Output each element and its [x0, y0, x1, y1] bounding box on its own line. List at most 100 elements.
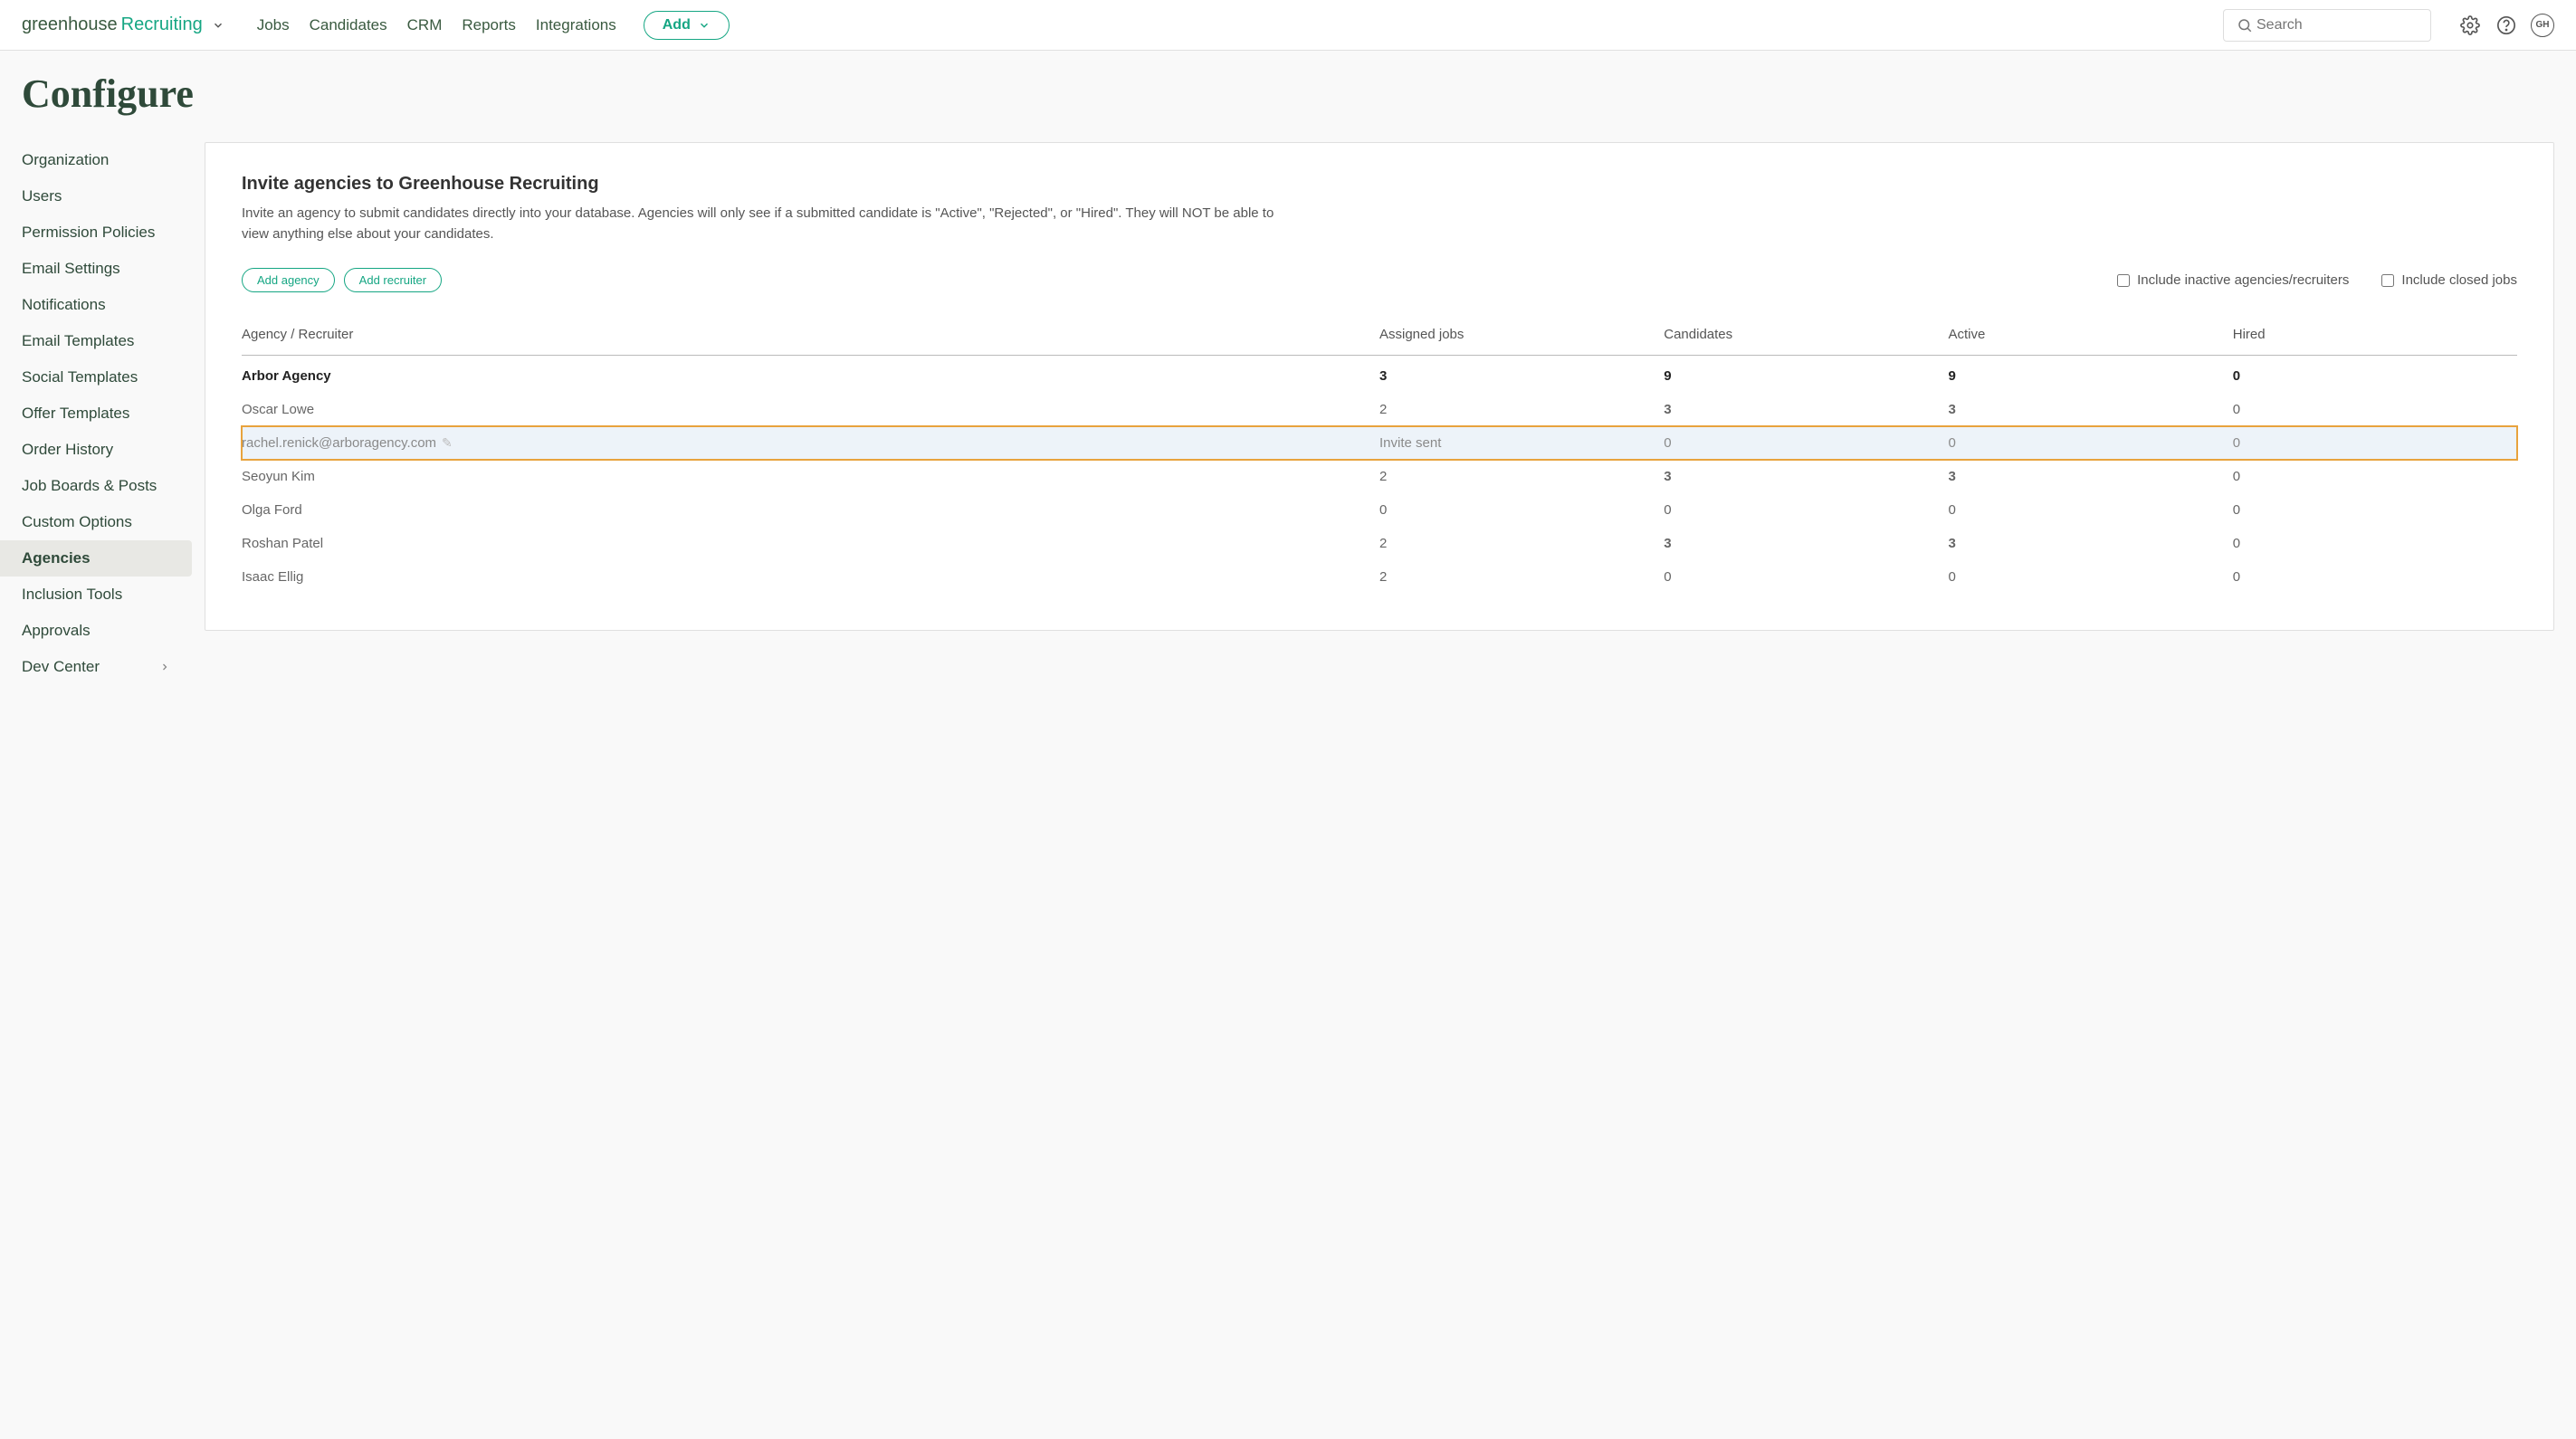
- cell-candidates: 0: [1664, 560, 1948, 594]
- add-recruiter-button[interactable]: Add recruiter: [344, 268, 442, 292]
- cell-candidates[interactable]: 3: [1664, 527, 1948, 560]
- add-button[interactable]: Add: [644, 11, 730, 40]
- th-hired: Hired: [2233, 314, 2517, 356]
- sidebar-item-offer-templates[interactable]: Offer Templates: [0, 395, 192, 432]
- cell-hired: 0: [2233, 426, 2517, 460]
- include-closed-input[interactable]: [2381, 274, 2394, 287]
- include-inactive-label: Include inactive agencies/recruiters: [2137, 272, 2349, 288]
- chevron-right-icon: [159, 662, 170, 672]
- cell-active: 0: [1949, 560, 2233, 594]
- sidebar-item-label: Order History: [22, 441, 113, 459]
- sidebar-item-label: Inclusion Tools: [22, 586, 122, 604]
- sidebar-item-label: Dev Center: [22, 658, 100, 676]
- sidebar-item-label: Approvals: [22, 622, 91, 640]
- gear-icon[interactable]: [2458, 14, 2482, 37]
- table-row[interactable]: Arbor Agency3990: [242, 356, 2517, 394]
- sidebar-item-label: Organization: [22, 151, 109, 169]
- page-title: Configure: [0, 51, 2576, 142]
- table-row[interactable]: rachel.renick@arboragency.com✎Invite sen…: [242, 426, 2517, 460]
- sidebar-item-email-templates[interactable]: Email Templates: [0, 323, 192, 359]
- cell-candidates: 0: [1664, 493, 1948, 527]
- sidebar-item-label: Users: [22, 187, 62, 205]
- sidebar-item-social-templates[interactable]: Social Templates: [0, 359, 192, 395]
- nav-crm[interactable]: CRM: [407, 16, 443, 34]
- logo-dropdown[interactable]: greenhouse Recruiting: [22, 14, 224, 35]
- table-row[interactable]: Oscar Lowe2330: [242, 393, 2517, 426]
- table-row[interactable]: Seoyun Kim2330: [242, 460, 2517, 493]
- cell-hired: 0: [2233, 393, 2517, 426]
- sidebar-item-inclusion-tools[interactable]: Inclusion Tools: [0, 577, 192, 613]
- sidebar-item-agencies[interactable]: Agencies: [0, 540, 192, 577]
- sidebar-item-label: Email Templates: [22, 332, 134, 350]
- sidebar-item-label: Agencies: [22, 549, 91, 567]
- cell-name: Isaac Ellig: [242, 560, 1379, 594]
- topbar: greenhouse Recruiting Jobs Candidates CR…: [0, 0, 2576, 51]
- avatar[interactable]: GH: [2531, 14, 2554, 37]
- cell-hired: 0: [2233, 560, 2517, 594]
- th-assigned: Assigned jobs: [1379, 314, 1664, 356]
- cell-name: Oscar Lowe: [242, 393, 1379, 426]
- cell-candidates: 0: [1664, 426, 1948, 460]
- nav-jobs[interactable]: Jobs: [257, 16, 290, 34]
- table-row[interactable]: Isaac Ellig2000: [242, 560, 2517, 594]
- cell-candidates[interactable]: 3: [1664, 460, 1948, 493]
- cell-assigned: 2: [1379, 560, 1664, 594]
- include-inactive-checkbox[interactable]: Include inactive agencies/recruiters: [2117, 272, 2349, 288]
- include-closed-label: Include closed jobs: [2401, 272, 2517, 288]
- sidebar-item-permission-policies[interactable]: Permission Policies: [0, 214, 192, 251]
- cell-hired: 0: [2233, 356, 2517, 394]
- sidebar-item-job-boards-posts[interactable]: Job Boards & Posts: [0, 468, 192, 504]
- cell-hired: 0: [2233, 527, 2517, 560]
- sidebar-item-email-settings[interactable]: Email Settings: [0, 251, 192, 287]
- table-row[interactable]: Olga Ford0000: [242, 493, 2517, 527]
- pencil-icon[interactable]: ✎: [442, 435, 453, 450]
- section-description: Invite an agency to submit candidates di…: [242, 204, 1292, 244]
- cell-assigned: 2: [1379, 527, 1664, 560]
- cell-active[interactable]: 3: [1949, 527, 2233, 560]
- chevron-down-icon: [212, 19, 224, 32]
- sidebar-item-organization[interactable]: Organization: [0, 142, 192, 178]
- search-icon: [2233, 14, 2256, 37]
- sidebar-item-dev-center[interactable]: Dev Center: [0, 649, 192, 685]
- nav-reports[interactable]: Reports: [462, 16, 516, 34]
- agencies-table: Agency / Recruiter Assigned jobs Candida…: [242, 314, 2517, 594]
- cell-active[interactable]: 3: [1949, 393, 2233, 426]
- cell-assigned: 0: [1379, 493, 1664, 527]
- cell-candidates[interactable]: 9: [1664, 356, 1948, 394]
- nav-candidates[interactable]: Candidates: [310, 16, 387, 34]
- cell-assigned: 2: [1379, 460, 1664, 493]
- cell-name: Seoyun Kim: [242, 460, 1379, 493]
- cell-assigned: 3: [1379, 356, 1664, 394]
- search-input[interactable]: [2256, 17, 2419, 33]
- sidebar-item-label: Custom Options: [22, 513, 132, 531]
- include-closed-checkbox[interactable]: Include closed jobs: [2381, 272, 2517, 288]
- cell-active[interactable]: 9: [1949, 356, 2233, 394]
- controls-row: Add agency Add recruiter Include inactiv…: [242, 268, 2517, 292]
- nav-integrations[interactable]: Integrations: [536, 16, 616, 34]
- cell-candidates[interactable]: 3: [1664, 393, 1948, 426]
- sidebar-item-label: Email Settings: [22, 260, 120, 278]
- help-icon[interactable]: [2495, 14, 2518, 37]
- sidebar: Organization Users Permission Policies Emai…: [0, 142, 192, 685]
- sidebar-item-notifications[interactable]: Notifications: [0, 287, 192, 323]
- section-title: Invite agencies to Greenhouse Recruiting: [242, 174, 2517, 195]
- sidebar-item-label: Social Templates: [22, 368, 138, 386]
- add-button-label: Add: [663, 17, 691, 33]
- add-agency-button[interactable]: Add agency: [242, 268, 335, 292]
- cell-name: Roshan Patel: [242, 527, 1379, 560]
- cell-hired: 0: [2233, 493, 2517, 527]
- th-candidates: Candidates: [1664, 314, 1948, 356]
- table-header-row: Agency / Recruiter Assigned jobs Candida…: [242, 314, 2517, 356]
- include-inactive-input[interactable]: [2117, 274, 2130, 287]
- cell-active[interactable]: 3: [1949, 460, 2233, 493]
- sidebar-item-users[interactable]: Users: [0, 178, 192, 214]
- main-panel: Invite agencies to Greenhouse Recruiting…: [205, 142, 2554, 631]
- logo-text-a: greenhouse: [22, 14, 118, 35]
- sidebar-item-order-history[interactable]: Order History: [0, 432, 192, 468]
- nav-links: Jobs Candidates CRM Reports Integrations: [257, 16, 616, 34]
- sidebar-item-approvals[interactable]: Approvals: [0, 613, 192, 649]
- search-box[interactable]: [2223, 9, 2431, 42]
- topbar-icons: GH: [2458, 14, 2554, 37]
- table-row[interactable]: Roshan Patel2330: [242, 527, 2517, 560]
- sidebar-item-custom-options[interactable]: Custom Options: [0, 504, 192, 540]
